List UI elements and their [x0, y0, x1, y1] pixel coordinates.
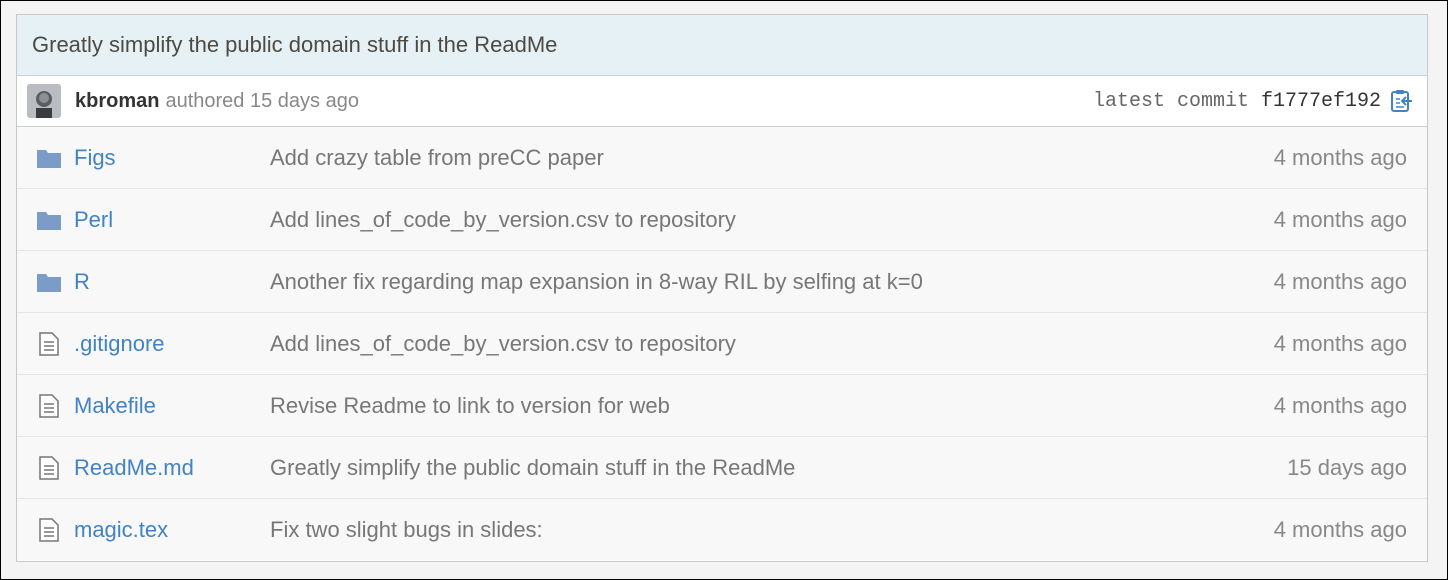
file-name[interactable]: magic.tex — [74, 517, 270, 543]
commit-meta: kbroman authored 15 days ago latest comm… — [17, 76, 1427, 127]
table-row[interactable]: .gitignore Add lines_of_code_by_version.… — [17, 313, 1427, 375]
table-row[interactable]: Figs Add crazy table from preCC paper 4 … — [17, 127, 1427, 189]
table-row[interactable]: R Another fix regarding map expansion in… — [17, 251, 1427, 313]
file-list: Figs Add crazy table from preCC paper 4 … — [17, 127, 1427, 560]
table-row[interactable]: magic.tex Fix two slight bugs in slides:… — [17, 499, 1427, 560]
file-age: 4 months ago — [1273, 392, 1407, 418]
file-browser: Greatly simplify the public domain stuff… — [16, 14, 1428, 562]
file-age: 4 months ago — [1273, 330, 1407, 356]
file-name[interactable]: Makefile — [74, 393, 270, 419]
file-commit-message[interactable]: Fix two slight bugs in slides: — [270, 517, 1274, 543]
file-name[interactable]: ReadMe.md — [74, 455, 270, 481]
file-name[interactable]: Figs — [74, 145, 270, 171]
latest-commit-label: latest commit — [1092, 89, 1249, 113]
file-icon — [39, 517, 59, 542]
file-icon — [39, 393, 59, 418]
clipboard-icon[interactable] — [1389, 88, 1415, 114]
file-commit-message[interactable]: Another fix regarding map expansion in 8… — [270, 269, 1274, 295]
commit-message[interactable]: Greatly simplify the public domain stuff… — [17, 15, 1427, 76]
file-age: 15 days ago — [1287, 454, 1407, 480]
avatar[interactable] — [27, 84, 61, 118]
table-row[interactable]: Perl Add lines_of_code_by_version.csv to… — [17, 189, 1427, 251]
table-row[interactable]: Makefile Revise Readme to link to versio… — [17, 375, 1427, 437]
folder-icon — [37, 211, 61, 230]
file-commit-message[interactable]: Add crazy table from preCC paper — [270, 145, 1274, 171]
file-name[interactable]: .gitignore — [74, 331, 270, 357]
file-age: 4 months ago — [1273, 268, 1407, 294]
file-name[interactable]: Perl — [74, 207, 270, 233]
screenshot-frame: Greatly simplify the public domain stuff… — [0, 0, 1448, 580]
author-link[interactable]: kbroman — [75, 90, 159, 113]
folder-icon — [37, 273, 61, 292]
commit-sha[interactable]: f1777ef192 — [1261, 90, 1381, 113]
folder-icon — [37, 149, 61, 168]
file-name[interactable]: R — [74, 269, 270, 295]
file-age: 4 months ago — [1273, 144, 1407, 170]
file-commit-message[interactable]: Revise Readme to link to version for web — [270, 393, 1274, 419]
file-age: 4 months ago — [1273, 516, 1407, 542]
file-commit-message[interactable]: Greatly simplify the public domain stuff… — [270, 455, 1287, 481]
file-age: 4 months ago — [1273, 206, 1407, 232]
table-row[interactable]: ReadMe.md Greatly simplify the public do… — [17, 437, 1427, 499]
authored-time: authored 15 days ago — [165, 89, 359, 112]
file-icon — [39, 455, 59, 480]
file-commit-message[interactable]: Add lines_of_code_by_version.csv to repo… — [270, 331, 1274, 357]
file-icon — [39, 331, 59, 356]
file-commit-message[interactable]: Add lines_of_code_by_version.csv to repo… — [270, 207, 1274, 233]
